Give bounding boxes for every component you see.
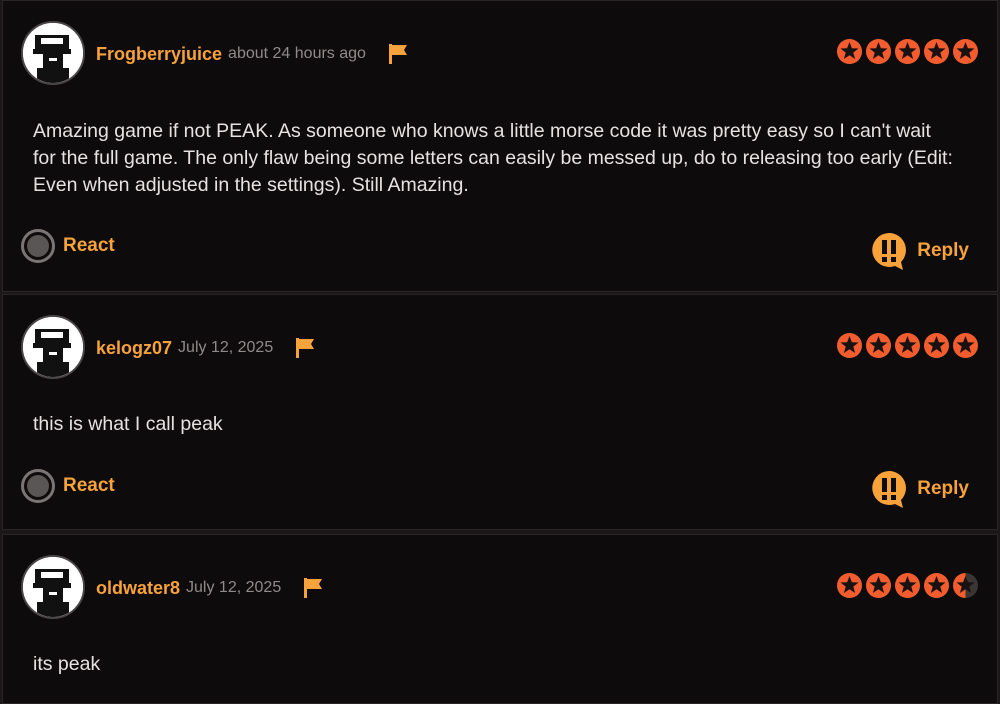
star-icon <box>895 333 920 358</box>
user-avatar[interactable] <box>21 21 85 85</box>
comment-meta: kelogz07 July 12, 2025 <box>96 336 317 360</box>
comment-card: Frogberryjuice about 24 hours ago Amazin… <box>2 0 998 292</box>
star-icon <box>953 39 978 64</box>
comments-feed: Frogberryjuice about 24 hours ago Amazin… <box>0 0 1000 704</box>
pixel-avatar-icon <box>23 317 83 377</box>
flag-icon[interactable] <box>293 336 317 360</box>
username-link[interactable]: kelogz07 <box>96 338 172 359</box>
react-button[interactable]: React <box>21 229 115 263</box>
comment-card: kelogz07 July 12, 2025 this is what I ca… <box>2 294 998 530</box>
comment-header: oldwater8 July 12, 2025 <box>21 555 979 621</box>
react-button[interactable]: React <box>21 469 115 503</box>
reply-button[interactable]: Reply <box>869 469 969 509</box>
pixel-avatar-icon <box>23 557 83 617</box>
username-link[interactable]: Frogberryjuice <box>96 44 222 65</box>
star-icon <box>924 573 949 598</box>
star-rating <box>836 38 979 65</box>
reply-label: Reply <box>917 240 969 261</box>
comment-card: oldwater8 July 12, 2025 its peak <box>2 534 998 704</box>
star-icon <box>837 573 862 598</box>
user-avatar[interactable] <box>21 315 85 379</box>
flag-icon[interactable] <box>386 42 410 66</box>
comment-text: its peak <box>33 653 101 675</box>
star-icon <box>895 39 920 64</box>
comment-meta: oldwater8 July 12, 2025 <box>96 576 325 600</box>
star-rating <box>836 332 979 359</box>
comment-text: this is what I call peak <box>33 413 223 435</box>
reply-button[interactable]: Reply <box>869 231 969 271</box>
star-icon <box>837 333 862 358</box>
reply-bubble-icon <box>872 233 907 270</box>
user-avatar[interactable] <box>21 555 85 619</box>
react-circle-icon <box>21 469 55 503</box>
star-icon <box>895 573 920 598</box>
star-icon <box>924 333 949 358</box>
flag-icon[interactable] <box>301 576 325 600</box>
pixel-avatar-icon <box>23 23 83 83</box>
star-icon <box>953 333 978 358</box>
reply-label: Reply <box>917 478 969 499</box>
comment-meta: Frogberryjuice about 24 hours ago <box>96 42 410 66</box>
reply-bubble-icon <box>872 471 907 508</box>
comment-text: Amazing game if not PEAK. As someone who… <box>33 120 953 196</box>
star-icon <box>866 39 891 64</box>
star-icon <box>837 39 862 64</box>
comment-header: Frogberryjuice about 24 hours ago <box>21 21 979 87</box>
comment-header: kelogz07 July 12, 2025 <box>21 315 979 381</box>
react-label: React <box>63 475 115 496</box>
comment-timestamp: July 12, 2025 <box>178 339 274 356</box>
star-rating <box>836 572 979 599</box>
star-icon <box>866 573 891 598</box>
comment-timestamp: July 12, 2025 <box>186 579 282 596</box>
react-label: React <box>63 235 115 256</box>
star-icon <box>866 333 891 358</box>
star-icon <box>953 573 978 598</box>
react-circle-icon <box>21 229 55 263</box>
star-icon <box>924 39 949 64</box>
comment-timestamp: about 24 hours ago <box>228 45 366 62</box>
username-link[interactable]: oldwater8 <box>96 578 180 599</box>
